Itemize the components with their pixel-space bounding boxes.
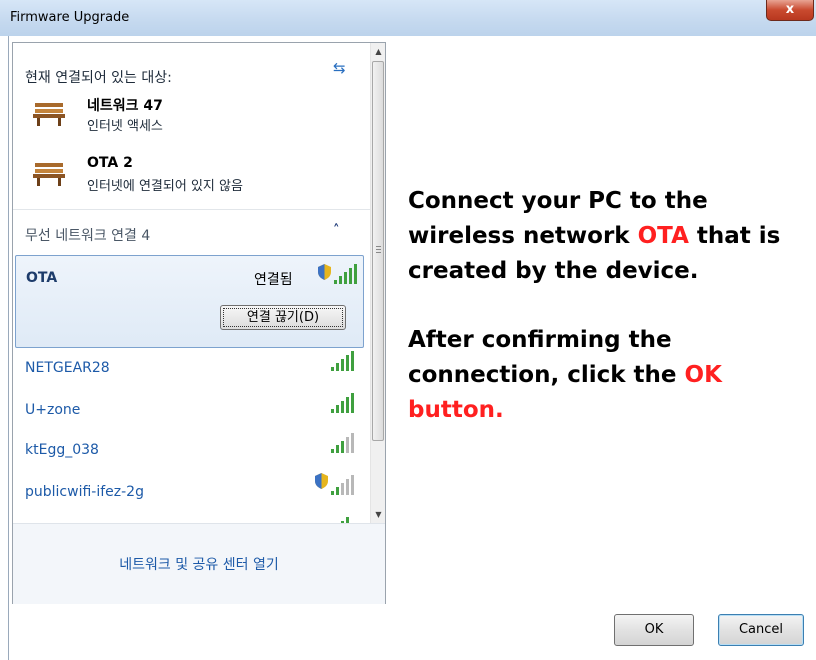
connection-item: 네트워크 47 인터넷 액세스 [33,93,363,137]
network-name-highlight: OTA [637,223,689,249]
scroll-thumb[interactable] [372,61,384,441]
network-item-uplus-zone[interactable]: U+zone [25,402,80,418]
divider [13,209,370,210]
selected-network-item[interactable]: OTA 연결됨 연결 끊기(D) [15,255,364,348]
selected-network-name: OTA [26,270,58,286]
signal-strength-icon [329,513,355,523]
chevron-up-icon[interactable]: ˄ [333,223,340,238]
network-item-ktegg-038[interactable]: ktEgg_038 [25,442,99,458]
cancel-button[interactable]: Cancel [718,614,804,646]
connection-name: OTA 2 [87,155,133,171]
selected-network-status: 연결됨 [254,272,293,288]
ok-button[interactable]: OK [614,614,694,646]
scroll-up-arrow-icon[interactable]: ▲ [371,43,386,60]
title-bar: Firmware Upgrade x [0,0,816,36]
connected-header: 현재 연결되어 있는 대상: [25,70,172,86]
signal-strength-icon [329,433,355,453]
ok-highlight: OK [684,362,722,388]
signal-strength-icon [329,351,355,371]
signal-strength-icon [332,264,358,284]
close-button[interactable]: x [766,0,814,21]
instructions: Connect your PC to the wireless network … [408,184,813,462]
disconnect-button[interactable]: 연결 끊기(D) [220,305,346,330]
disconnect-button-label: 연결 끊기(D) [223,308,343,327]
section-header: 무선 네트워크 연결 4 [25,228,151,244]
security-shield-icon [315,473,328,489]
network-item-publicwifi[interactable]: publicwifi-ifez-2g [25,484,144,500]
refresh-icon[interactable]: ⇆ [333,59,346,77]
network-bench-icon [33,163,65,186]
signal-strength-icon [329,393,355,413]
scrollbar[interactable]: ▲ ▼ [370,43,385,523]
signal-strength-icon [329,475,355,495]
network-item-netgear28[interactable]: NETGEAR28 [25,360,110,376]
network-list: 현재 연결되어 있는 대상: ⇆ 네트워크 47 인터넷 액세스 OTA 2 인… [13,43,370,523]
instruction-connect: Connect your PC to the wireless network … [408,188,781,284]
connection-status: 인터넷 액세스 [87,119,163,134]
instruction-confirm: After confirming the connection, click t… [408,327,722,423]
window-title: Firmware Upgrade [10,10,130,25]
network-bench-icon [33,103,65,126]
scroll-down-arrow-icon[interactable]: ▼ [371,506,386,523]
connection-item: OTA 2 인터넷에 연결되어 있지 않음 [33,153,363,197]
flyout-footer: 네트워크 및 공유 센터 열기 [13,523,385,604]
network-sharing-center-link[interactable]: 네트워크 및 공유 센터 열기 [13,554,385,574]
connection-name: 네트워크 47 [87,98,163,114]
security-shield-icon [318,264,331,280]
connection-status: 인터넷에 연결되어 있지 않음 [87,179,243,194]
network-flyout: 현재 연결되어 있는 대상: ⇆ 네트워크 47 인터넷 액세스 OTA 2 인… [12,42,386,604]
